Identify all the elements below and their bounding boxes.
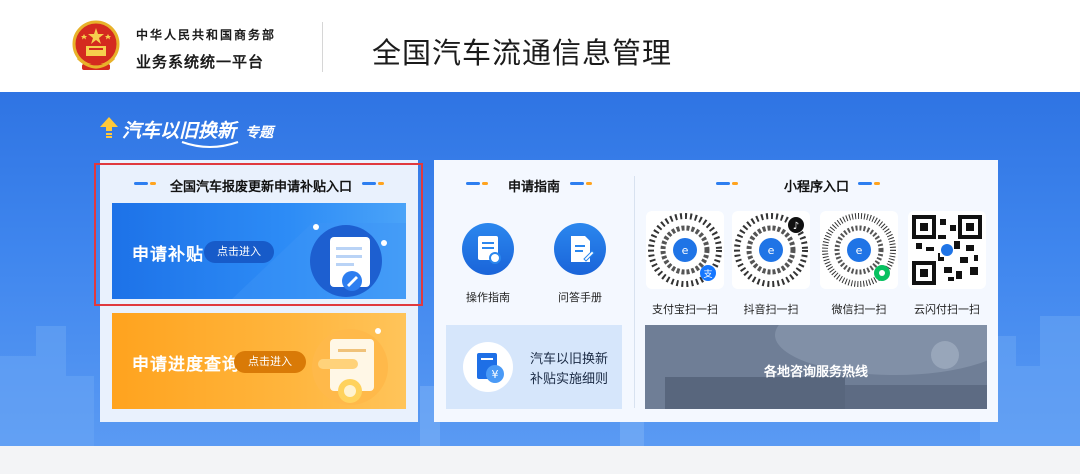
search-document-icon xyxy=(312,328,388,405)
top-header: 中华人民共和国商务部 业务系统统一平台 全国汽车流通信息管理 xyxy=(0,0,1080,92)
page-title: 全国汽车流通信息管理 xyxy=(372,36,673,70)
operation-guide-button[interactable] xyxy=(462,223,514,275)
douyin-qr-code[interactable]: e ♪ xyxy=(732,211,810,289)
subsidy-rules-line1: 汽车以旧换新 xyxy=(530,352,609,367)
document-pen-icon xyxy=(571,236,595,262)
wechat-qr-label: 微信扫一扫 xyxy=(831,303,887,316)
qa-manual-button[interactable] xyxy=(554,223,606,275)
topic-swoosh-decoration xyxy=(181,141,239,148)
title-dash xyxy=(874,182,880,185)
header-divider xyxy=(322,22,323,72)
highlight-frame xyxy=(94,163,423,306)
org-name-line2: 业务系统统一平台 xyxy=(136,53,265,71)
topic-subtitle: 专题 xyxy=(245,125,274,141)
title-dash xyxy=(466,182,480,185)
org-name: 中华人民共和国商务部 业务系统统一平台 xyxy=(136,26,276,72)
douyin-qr-label: 抖音扫一扫 xyxy=(743,303,799,316)
miniprogram-section-title: 小程序入口 xyxy=(784,180,850,195)
panel-divider xyxy=(634,176,635,408)
hotline-card[interactable]: 各地咨询服务热线 xyxy=(645,325,987,409)
subsidy-rules-text[interactable]: 汽车以旧换新 补贴实施细则 xyxy=(530,350,608,390)
svg-text:e: e xyxy=(682,244,689,257)
svg-text:♪: ♪ xyxy=(793,221,799,232)
unionpay-qr-icon xyxy=(912,215,982,285)
douyin-qr-icon: e ♪ xyxy=(734,213,808,287)
title-dash xyxy=(716,182,730,185)
guide-section-title: 申请指南 xyxy=(508,180,561,195)
progress-query-card[interactable]: 申请进度查询 点击进入 xyxy=(112,313,406,409)
progress-enter-button[interactable]: 点击进入 xyxy=(234,351,306,373)
title-dash xyxy=(732,182,738,185)
subsidy-rules-line2: 补贴实施细则 xyxy=(530,372,609,387)
title-dash xyxy=(570,182,584,185)
topic-arrow-icon xyxy=(100,117,118,138)
progress-query-title: 申请进度查询 xyxy=(132,355,240,375)
topic-title: 汽车以旧换新 xyxy=(122,120,237,142)
alipay-qr-code[interactable]: e 支 xyxy=(646,211,724,289)
title-dash xyxy=(586,182,592,185)
title-dash xyxy=(858,182,872,185)
page-footer-strip xyxy=(0,446,1080,474)
alipay-qr-label: 支付宝扫一扫 xyxy=(652,303,718,316)
unionpay-qr-label: 云闪付扫一扫 xyxy=(914,303,980,316)
unionpay-qr-code[interactable] xyxy=(908,211,986,289)
certificate-icon xyxy=(478,236,501,264)
topic-heading: 汽车以旧换新 专题 xyxy=(122,116,273,143)
svg-text:e: e xyxy=(768,244,775,257)
alipay-qr-icon: e 支 xyxy=(648,213,722,287)
svg-text:支: 支 xyxy=(703,268,712,280)
national-emblem-icon xyxy=(72,20,120,70)
wechat-qr-code[interactable]: e xyxy=(820,211,898,289)
wechat-qr-icon: e xyxy=(822,213,896,287)
title-dash xyxy=(482,182,488,185)
yuan-document-icon: ¥ xyxy=(463,342,513,392)
svg-text:¥: ¥ xyxy=(492,368,499,381)
hotline-label: 各地咨询服务热线 xyxy=(763,365,868,380)
qa-manual-label[interactable]: 问答手册 xyxy=(540,289,620,305)
org-name-line1: 中华人民共和国商务部 xyxy=(136,28,277,42)
operation-guide-label[interactable]: 操作指南 xyxy=(448,289,528,305)
svg-text:e: e xyxy=(856,244,863,257)
